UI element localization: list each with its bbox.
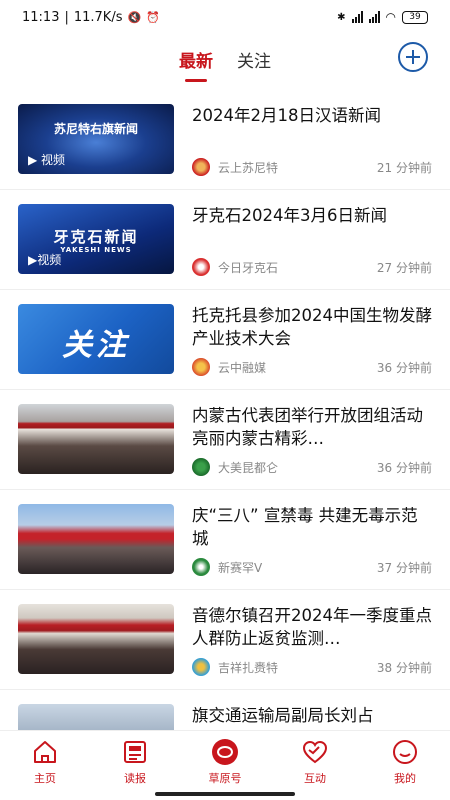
signal-icon — [351, 11, 363, 23]
clock: 11:13 — [22, 9, 60, 25]
alarm-icon: ⏰ — [146, 10, 160, 24]
home-icon — [30, 737, 60, 767]
news-time: 36 分钟前 — [376, 360, 432, 375]
news-title: 音德尔镇召开2024年一季度重点人群防止返贫监测… — [192, 606, 432, 648]
network-speed: 11.7K/s — [73, 9, 123, 25]
news-time: 37 分钟前 — [376, 560, 432, 575]
news-thumbnail — [18, 404, 174, 474]
news-thumbnail: 苏尼特右旗新闻 ▶ 视频 — [18, 104, 174, 174]
nav-profile[interactable]: 我的 — [370, 737, 440, 800]
source-logo-icon — [192, 358, 210, 376]
news-title: 牙克石2024年3月6日新闻 — [192, 206, 387, 225]
bottom-nav: 主页 读报 草原号 互动 我的 — [0, 730, 450, 800]
heart-icon — [300, 737, 330, 767]
news-item[interactable]: 旗交通运输局副局长刘占 — [0, 690, 450, 730]
news-source: 大美昆都仑 — [218, 460, 279, 475]
news-item[interactable]: 内蒙古代表团举行开放团组活动 亮丽内蒙古精彩… 大美昆都仑 36 分钟前 — [0, 390, 450, 490]
top-tabs: 最新 关注 — [0, 34, 450, 90]
news-source: 新赛罕V — [218, 560, 263, 575]
add-channel-button[interactable] — [398, 42, 428, 72]
news-thumbnail: 牙克石新闻 YAKESHI NEWS ▶视频 — [18, 204, 174, 274]
news-thumbnail — [18, 704, 174, 730]
news-time: 21 分钟前 — [376, 160, 432, 175]
news-list: 苏尼特右旗新闻 ▶ 视频 2024年2月18日汉语新闻 云上苏尼特 21 分钟前… — [0, 90, 450, 730]
tab-latest[interactable]: 最新 — [179, 47, 213, 78]
battery-icon: 39 — [402, 10, 428, 24]
nav-read-paper[interactable]: 读报 — [100, 737, 170, 800]
news-item[interactable]: 音德尔镇召开2024年一季度重点人群防止返贫监测… 吉祥扎赉特 38 分钟前 — [0, 590, 450, 690]
news-item[interactable]: 苏尼特右旗新闻 ▶ 视频 2024年2月18日汉语新闻 云上苏尼特 21 分钟前 — [0, 90, 450, 190]
news-source: 云中融媒 — [218, 360, 267, 375]
news-title: 庆“三八” 宣禁毒 共建无毒示范城 — [192, 506, 418, 548]
newspaper-icon — [120, 737, 150, 767]
news-item[interactable]: 庆“三八” 宣禁毒 共建无毒示范城 新赛罕V 37 分钟前 — [0, 490, 450, 590]
news-thumbnail — [18, 504, 174, 574]
mute-icon: 🔇 — [127, 10, 142, 24]
tab-follow[interactable]: 关注 — [237, 47, 271, 78]
news-thumbnail — [18, 604, 174, 674]
profile-icon — [390, 737, 420, 767]
news-time: 36 分钟前 — [376, 460, 432, 475]
source-logo-icon — [192, 458, 210, 476]
nav-interact[interactable]: 互动 — [280, 737, 350, 800]
news-source: 今日牙克石 — [218, 260, 279, 275]
home-indicator[interactable] — [155, 792, 295, 796]
source-logo-icon — [192, 658, 210, 676]
status-bar: 11:13 | 11.7K/s 🔇 ⏰ ✱ ◠ 39 — [0, 0, 450, 34]
news-title: 旗交通运输局副局长刘占 — [192, 706, 374, 725]
source-logo-icon — [192, 258, 210, 276]
news-item[interactable]: 牙克石新闻 YAKESHI NEWS ▶视频 牙克石2024年3月6日新闻 今日… — [0, 190, 450, 290]
news-title: 托克托县参加2024中国生物发酵产业技术大会 — [192, 306, 432, 348]
wifi-icon: ◠ — [385, 10, 396, 24]
news-source: 吉祥扎赉特 — [218, 660, 279, 675]
bluetooth-icon: ✱ — [337, 11, 346, 23]
source-logo-icon — [192, 558, 210, 576]
news-time: 27 分钟前 — [376, 260, 432, 275]
source-logo-icon — [192, 158, 210, 176]
nav-home[interactable]: 主页 — [10, 737, 80, 800]
news-item[interactable]: 关注 托克托县参加2024中国生物发酵产业技术大会 云中融媒 36 分钟前 — [0, 290, 450, 390]
signal-icon-2 — [368, 11, 380, 23]
news-title: 内蒙古代表团举行开放团组活动 亮丽内蒙古精彩… — [192, 406, 423, 448]
nav-grassland[interactable]: 草原号 — [190, 737, 260, 800]
video-badge: ▶ 视频 — [28, 153, 66, 167]
news-time: 38 分钟前 — [376, 660, 432, 675]
news-thumbnail: 关注 — [18, 304, 174, 374]
news-source: 云上苏尼特 — [218, 160, 279, 175]
news-title: 2024年2月18日汉语新闻 — [192, 106, 381, 125]
video-badge: ▶视频 — [28, 253, 62, 267]
grassland-icon — [210, 737, 240, 767]
